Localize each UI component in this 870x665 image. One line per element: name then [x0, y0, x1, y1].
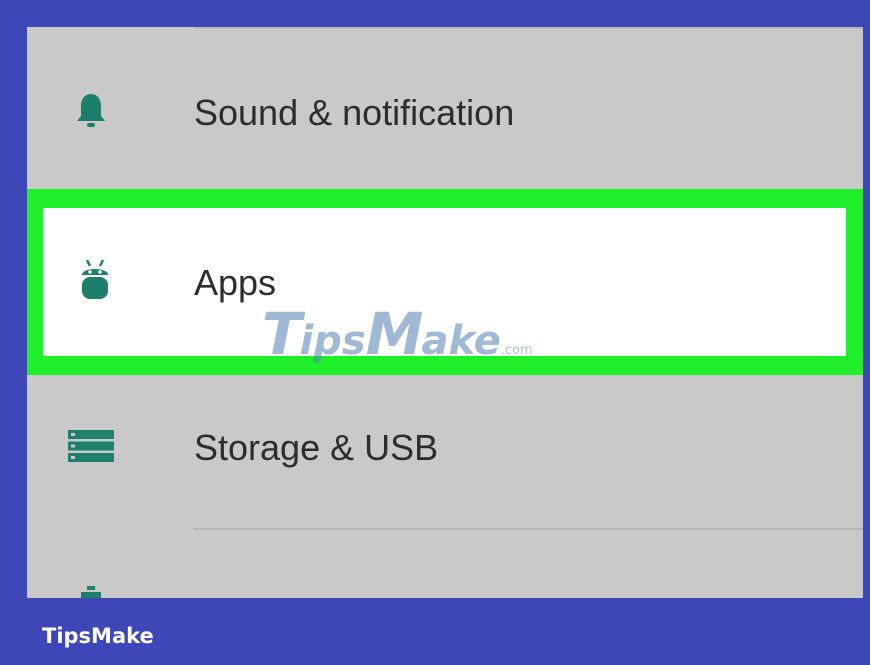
- divider: [195, 27, 863, 29]
- gear-icon: [79, 586, 103, 598]
- storage-icon: [67, 422, 115, 470]
- settings-item-label: Sound & notification: [194, 92, 515, 133]
- settings-item-label: Apps: [194, 262, 277, 303]
- settings-item-label: Storage & USB: [194, 427, 439, 468]
- bell-icon: [67, 87, 115, 135]
- settings-screen: Sound & notification Apps Storage & USB: [27, 27, 863, 598]
- settings-item-apps[interactable]: Apps: [43, 208, 846, 356]
- brand-logo: TipsMake: [42, 624, 154, 648]
- highlight-frame: Apps: [27, 189, 863, 375]
- settings-item-storage-usb[interactable]: Storage & USB: [27, 387, 863, 507]
- settings-item-sound-notification[interactable]: Sound & notification: [27, 52, 863, 172]
- divider: [193, 528, 863, 530]
- android-icon: [71, 256, 119, 304]
